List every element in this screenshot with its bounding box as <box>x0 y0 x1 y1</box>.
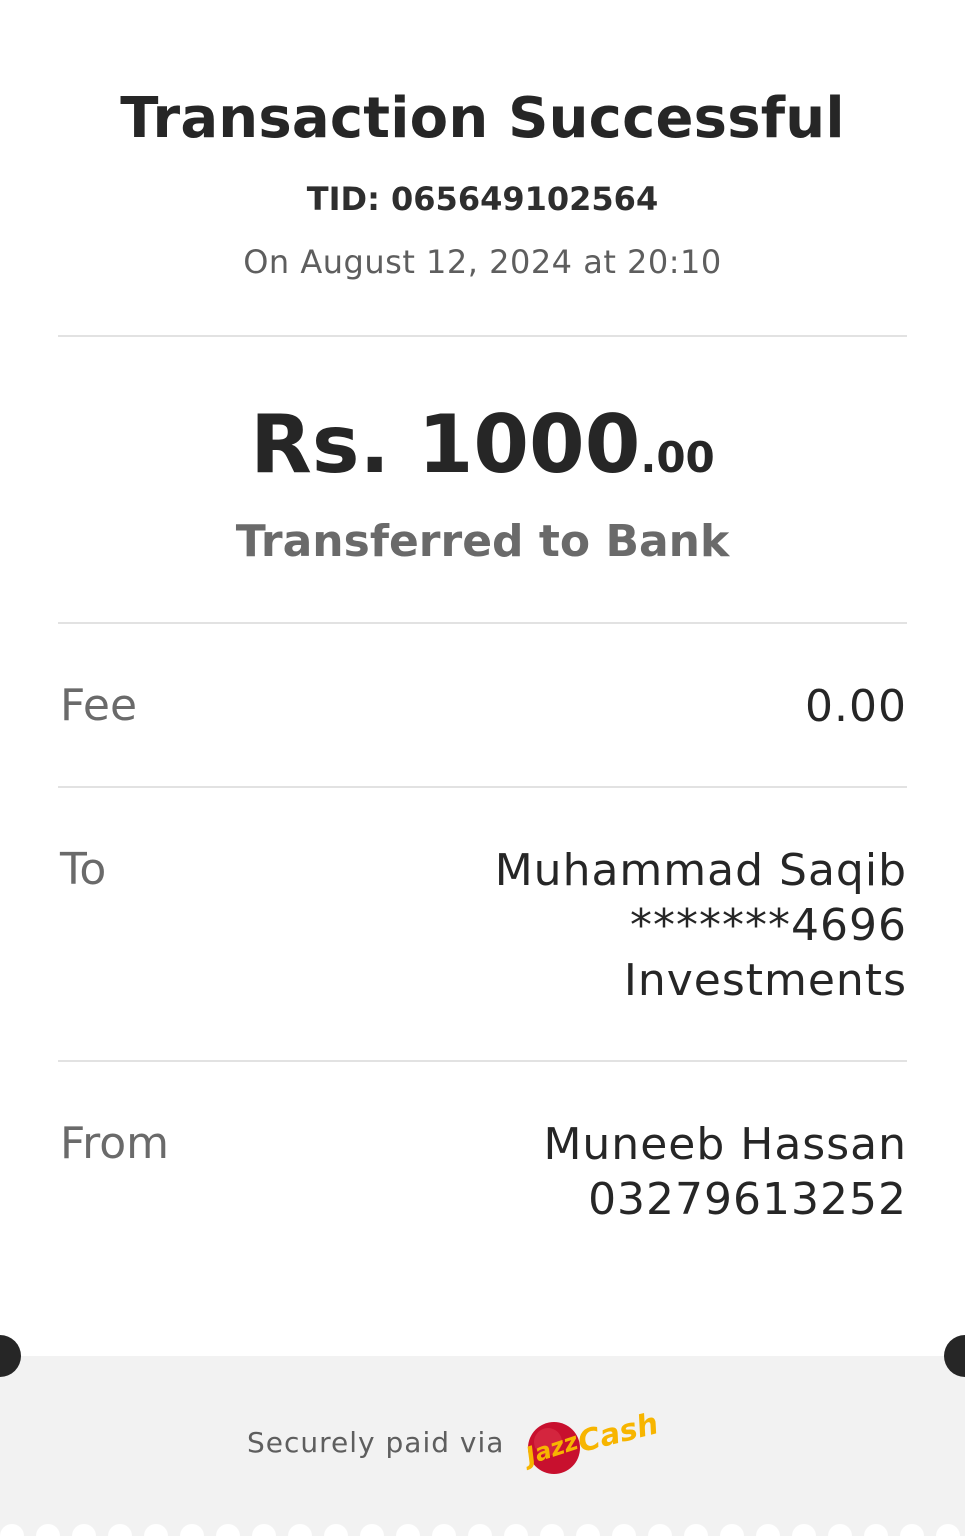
scallop <box>432 1524 456 1536</box>
scallop <box>288 1524 312 1536</box>
divider <box>58 786 907 788</box>
divider <box>58 1060 907 1062</box>
to-label: To <box>60 844 107 895</box>
receipt-footer: Securely paid via Jazz Cash <box>0 1356 965 1536</box>
transaction-date: On August 12, 2024 at 20:10 <box>243 243 722 281</box>
divider <box>58 622 907 624</box>
scallop <box>324 1524 348 1536</box>
scallop <box>756 1524 780 1536</box>
scallop <box>252 1524 276 1536</box>
from-value: Muneeb Hassan 03279613252 <box>543 1117 907 1227</box>
fee-label: Fee <box>60 680 138 731</box>
page-title: Transaction Successful <box>120 86 845 151</box>
scallop <box>612 1524 636 1536</box>
scallop <box>144 1524 168 1536</box>
scallop <box>684 1524 708 1536</box>
scallop <box>936 1524 960 1536</box>
divider <box>58 335 907 337</box>
jazzcash-logo: Jazz Cash <box>519 1406 662 1474</box>
scallop <box>648 1524 672 1536</box>
sender-phone: 03279613252 <box>588 1174 907 1225</box>
from-label: From <box>60 1118 170 1169</box>
scallop <box>72 1524 96 1536</box>
recipient-account: *******4696 <box>630 900 907 951</box>
fee-amount: 0.00 <box>805 681 907 732</box>
scallop <box>792 1524 816 1536</box>
scallop <box>900 1524 924 1536</box>
svg-text:Cash: Cash <box>574 1406 662 1460</box>
to-value: Muhammad Saqib *******4696 Investments <box>495 843 907 1008</box>
sender-name: Muneeb Hassan <box>543 1119 907 1170</box>
scallop <box>396 1524 420 1536</box>
scallop <box>360 1524 384 1536</box>
scallop <box>504 1524 528 1536</box>
amount-display: Rs. 1000.00 <box>0 398 965 491</box>
scallop <box>0 1524 24 1536</box>
recipient-name: Muhammad Saqib <box>494 845 907 896</box>
scallop <box>540 1524 564 1536</box>
scallop <box>720 1524 744 1536</box>
transfer-type: Transferred to Bank <box>235 516 730 567</box>
scallop <box>864 1524 888 1536</box>
amount-cents: .00 <box>640 433 715 482</box>
secure-payment-text: Securely paid via <box>247 1426 505 1459</box>
scallop <box>576 1524 600 1536</box>
transaction-receipt: Transaction Successful TID: 065649102564… <box>0 0 965 1536</box>
scallop <box>468 1524 492 1536</box>
fee-value: 0.00 <box>805 679 907 734</box>
scallop <box>36 1524 60 1536</box>
recipient-bank: Investments <box>623 955 907 1006</box>
receipt-scallop-edge <box>0 1524 965 1536</box>
scallop <box>216 1524 240 1536</box>
scallop <box>180 1524 204 1536</box>
scallop <box>108 1524 132 1536</box>
amount-main: Rs. 1000 <box>250 398 641 491</box>
transaction-id: TID: 065649102564 <box>306 180 659 218</box>
scallop <box>828 1524 852 1536</box>
